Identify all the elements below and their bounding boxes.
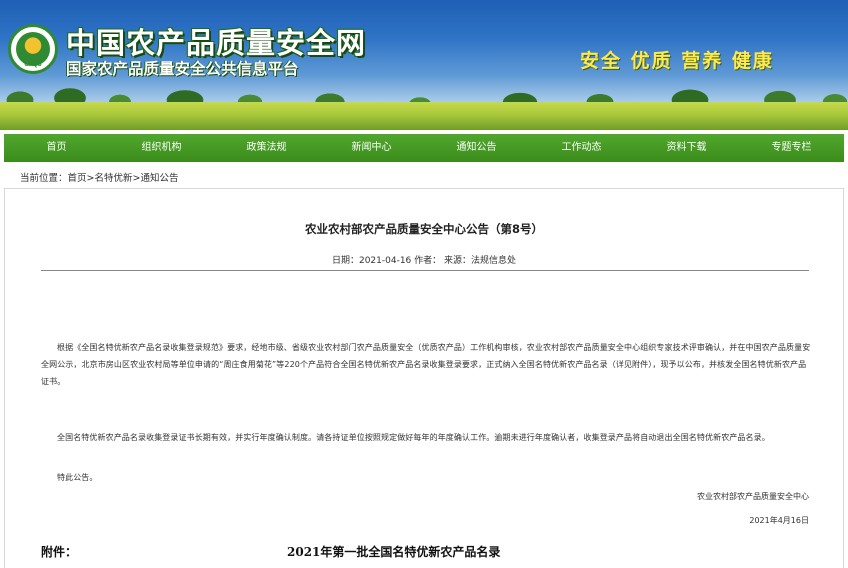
logo-text: CAQS — [24, 62, 42, 68]
nav-item-notices[interactable]: 通知公告 — [424, 134, 529, 162]
nav-item-policy[interactable]: 政策法规 — [214, 134, 319, 162]
breadcrumb-separator: > — [86, 173, 95, 184]
breadcrumb-link-notices[interactable]: 通知公告 — [140, 173, 178, 184]
site-logo[interactable]: CAQS — [8, 24, 58, 74]
article-paragraph: 特此公告。 — [57, 473, 98, 482]
breadcrumb: 当前位置：首页>名特优新>通知公告 — [20, 170, 179, 184]
breadcrumb-prefix: 当前位置： — [20, 173, 68, 184]
breadcrumb-link-home[interactable]: 首页 — [68, 173, 87, 184]
site-banner: CAQS 中国农产品质量安全网 国家农产品质量安全公共信息平台 安全 优质 营养… — [0, 0, 848, 130]
site-subtitle: 国家农产品质量安全公共信息平台 — [66, 60, 299, 78]
article-title: 农业农村部农产品质量安全中心公告（第8号） — [305, 222, 543, 236]
article-panel: 农业农村部农产品质量安全中心公告（第8号） 日期：2021-04-16 作者： … — [4, 188, 844, 568]
article-paragraph: 根据《全国名特优新农产品名录收集登录规范》要求，经地市级、省级农业农村部门农产品… — [41, 343, 811, 386]
nav-item-news[interactable]: 新闻中心 — [319, 134, 424, 162]
signature-date: 2021年4月16日 — [749, 516, 809, 525]
breadcrumb-link-specialty[interactable]: 名特优新 — [95, 173, 133, 184]
nav-item-special-topics[interactable]: 专题专栏 — [739, 134, 844, 162]
main-nav: 首页 组织机构 政策法规 新闻中心 通知公告 工作动态 资料下载 专题专栏 — [4, 134, 844, 162]
article-paragraph: 全国名特优新农产品名录收集登录证书长期有效，并实行年度确认制度。请各持证单位按照… — [57, 433, 770, 442]
attachment-label: 附件： — [41, 545, 78, 559]
field-strip — [0, 102, 848, 130]
article-meta: 日期：2021-04-16 作者： 来源：法规信息处 — [331, 256, 517, 266]
nav-item-downloads[interactable]: 资料下载 — [634, 134, 739, 162]
nav-item-home[interactable]: 首页 — [4, 134, 109, 162]
title-divider — [41, 270, 809, 271]
attachment-title: 2021年第一批全国名特优新农产品名录 — [287, 545, 501, 559]
nav-item-organization[interactable]: 组织机构 — [109, 134, 214, 162]
logo-emblem-icon — [16, 32, 50, 66]
nav-item-work-updates[interactable]: 工作动态 — [529, 134, 634, 162]
site-title: 中国农产品质量安全网 — [66, 26, 367, 60]
signature-organization: 农业农村部农产品质量安全中心 — [697, 492, 809, 501]
site-slogan: 安全 优质 营养 健康 — [580, 50, 774, 72]
